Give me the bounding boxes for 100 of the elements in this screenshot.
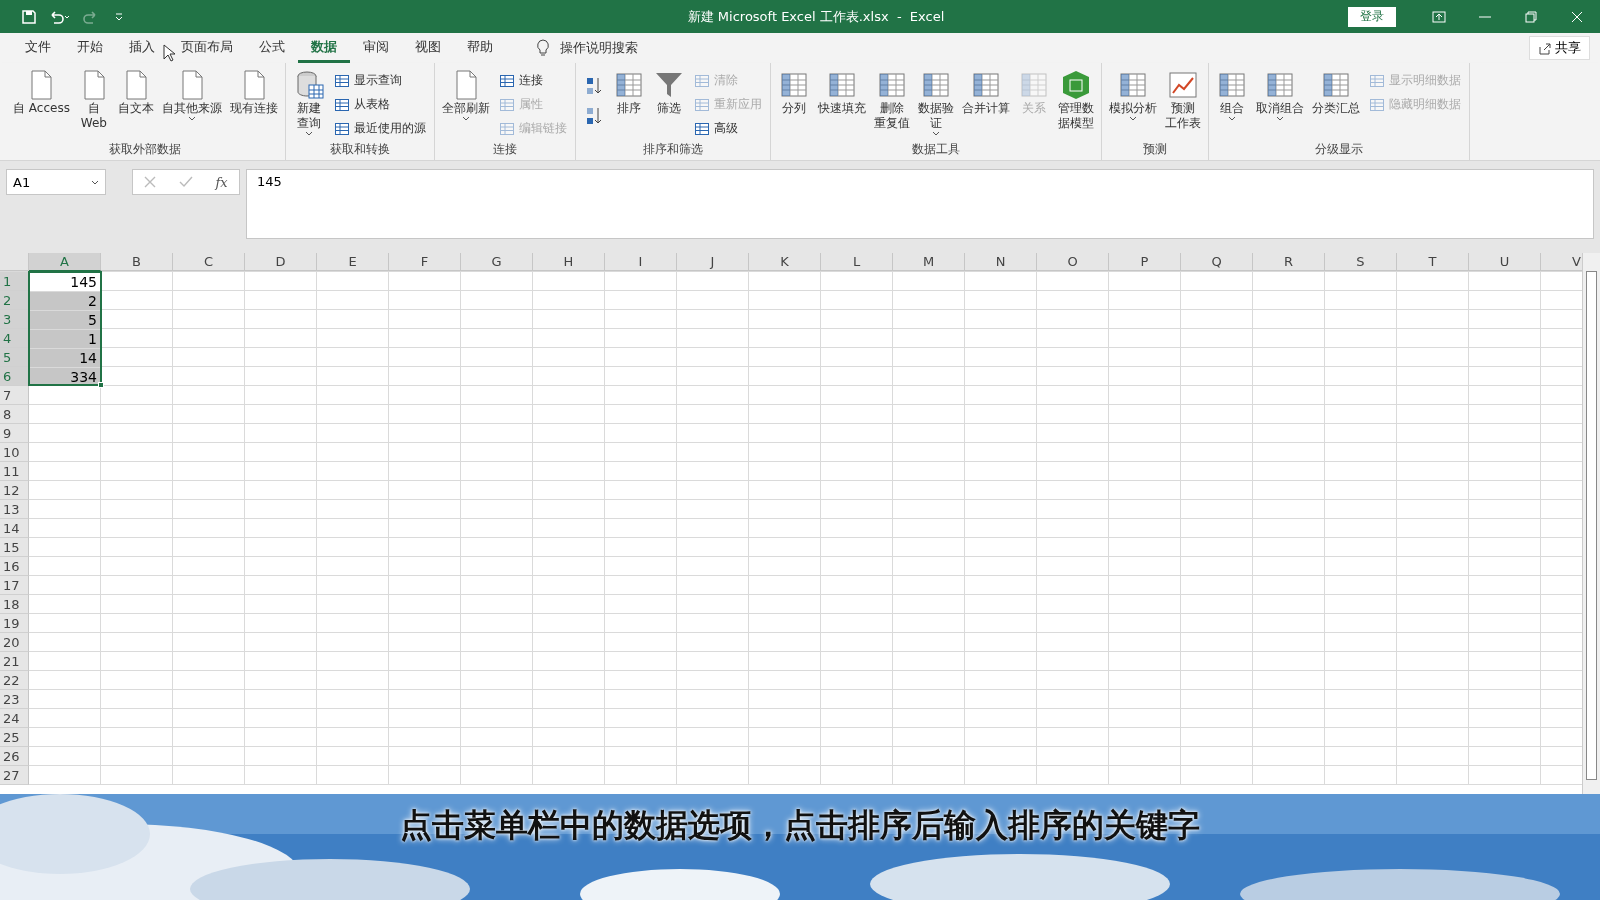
column-header[interactable]: J	[677, 253, 749, 271]
tell-me-search[interactable]: 操作说明搜索	[530, 33, 644, 63]
caret-icon	[461, 116, 470, 121]
ribbon-button[interactable]: 高级	[689, 117, 766, 140]
column-header[interactable]: C	[173, 253, 245, 271]
share-icon	[1538, 41, 1551, 55]
ribbon-tab[interactable]: 文件	[12, 33, 64, 63]
column-header[interactable]: P	[1109, 253, 1181, 271]
caret-icon	[1275, 116, 1284, 121]
row-header[interactable]: 19	[0, 614, 29, 633]
row-header[interactable]: 3	[0, 310, 29, 329]
row-header[interactable]: 10	[0, 443, 29, 462]
row-header[interactable]: 14	[0, 519, 29, 538]
ribbon-button[interactable]: 排序	[609, 67, 648, 140]
ribbon-button[interactable]: 显示查询	[329, 69, 430, 92]
row-header[interactable]: 16	[0, 557, 29, 576]
ribbon-button[interactable]: 取消组合	[1252, 67, 1307, 140]
name-box[interactable]: A1	[6, 169, 106, 195]
row-header[interactable]: 23	[0, 690, 29, 709]
row-header[interactable]: 27	[0, 766, 29, 785]
row-header[interactable]: 1	[0, 272, 29, 291]
ribbon-button[interactable]: 分列	[774, 67, 813, 140]
row-header[interactable]: 17	[0, 576, 29, 595]
column-header[interactable]: F	[389, 253, 461, 271]
insert-function-button[interactable]: fx	[215, 174, 228, 190]
column-header[interactable]: R	[1253, 253, 1325, 271]
ribbon-button[interactable]: 自 Web	[74, 67, 113, 140]
column-header[interactable]: M	[893, 253, 965, 271]
list-icon	[498, 120, 515, 137]
ribbon-button[interactable]: 自 Access	[10, 67, 73, 140]
share-button[interactable]: 共享	[1529, 36, 1590, 60]
row-header[interactable]: 6	[0, 367, 29, 386]
row-header[interactable]: 15	[0, 538, 29, 557]
column-header[interactable]: D	[245, 253, 317, 271]
ribbon-button[interactable]: 快速填充	[814, 67, 869, 140]
column-header[interactable]: O	[1037, 253, 1109, 271]
column-header[interactable]: H	[533, 253, 605, 271]
scrollbar-thumb[interactable]	[1586, 271, 1597, 780]
ribbon-button[interactable]: 全部刷新	[438, 67, 493, 140]
ribbon-tab[interactable]: 公式	[246, 33, 298, 63]
ribbon-button[interactable]: 分类汇总	[1308, 67, 1363, 140]
column-header[interactable]: S	[1325, 253, 1397, 271]
ribbon-button[interactable]: 删除 重复值	[870, 67, 913, 140]
row-header[interactable]: 8	[0, 405, 29, 424]
ribbon-button[interactable]: 连接	[494, 69, 571, 92]
row-header[interactable]: 22	[0, 671, 29, 690]
sign-in-button[interactable]: 登录	[1348, 6, 1396, 27]
row-header[interactable]: 21	[0, 652, 29, 671]
row-header[interactable]: 5	[0, 348, 29, 367]
column-header[interactable]: A	[29, 253, 101, 271]
row-header[interactable]: 11	[0, 462, 29, 481]
ribbon-tab[interactable]: 帮助	[454, 33, 506, 63]
row-header[interactable]: 25	[0, 728, 29, 747]
column-header[interactable]: L	[821, 253, 893, 271]
formula-input[interactable]: 145	[246, 169, 1594, 239]
caret-icon	[1227, 116, 1236, 121]
column-header[interactable]: I	[605, 253, 677, 271]
ribbon-button[interactable]: 管理数 据模型	[1054, 67, 1097, 140]
column-header[interactable]: Q	[1181, 253, 1253, 271]
table-cell: 14	[29, 348, 101, 367]
row-header[interactable]: 12	[0, 481, 29, 500]
row-header[interactable]: 13	[0, 500, 29, 519]
ribbon-tab[interactable]: 视图	[402, 33, 454, 63]
minimize-icon	[1479, 15, 1491, 18]
ribbon-tab[interactable]: 审阅	[350, 33, 402, 63]
row-header[interactable]: 2	[0, 291, 29, 310]
cancel-icon[interactable]	[144, 176, 157, 188]
column-header[interactable]: T	[1397, 253, 1469, 271]
select-all-button[interactable]	[0, 253, 29, 271]
row-header[interactable]: 24	[0, 709, 29, 728]
column-header[interactable]: E	[317, 253, 389, 271]
column-header[interactable]: V	[1541, 253, 1582, 271]
ribbon-button[interactable]: 新建 查询	[289, 67, 328, 140]
column-header[interactable]: G	[461, 253, 533, 271]
ribbon-button[interactable]: 最近使用的源	[329, 117, 430, 140]
row-header[interactable]: 20	[0, 633, 29, 652]
ribbon-button[interactable]: 数据验 证	[914, 67, 957, 140]
check-icon[interactable]	[178, 176, 193, 188]
column-header[interactable]: U	[1469, 253, 1541, 271]
row-header[interactable]: 18	[0, 595, 29, 614]
restore-icon	[1525, 10, 1537, 23]
column-header[interactable]: B	[101, 253, 173, 271]
ribbon-tab[interactable]: 开始	[64, 33, 116, 63]
column-header[interactable]: N	[965, 253, 1037, 271]
ribbon-button[interactable]: 组合	[1212, 67, 1251, 140]
vertical-scrollbar[interactable]	[1582, 253, 1600, 794]
row-header[interactable]: 4	[0, 329, 29, 348]
ribbon-button[interactable]: 现有连接	[226, 67, 281, 140]
ribbon-button[interactable]: 模拟分析	[1105, 67, 1160, 140]
ribbon-button[interactable]: 自文本	[114, 67, 157, 140]
ribbon-button[interactable]: 从表格	[329, 93, 430, 116]
ribbon-button[interactable]: 合并计算	[958, 67, 1013, 140]
fill-handle[interactable]	[98, 382, 104, 388]
ribbon-button[interactable]: 自其他来源	[158, 67, 225, 140]
ribbon-button[interactable]: 预测 工作表	[1161, 67, 1204, 140]
row-header[interactable]: 9	[0, 424, 29, 443]
row-header[interactable]: 26	[0, 747, 29, 766]
row-header[interactable]: 7	[0, 386, 29, 405]
column-header[interactable]: K	[749, 253, 821, 271]
ribbon-button[interactable]: 筛选	[649, 67, 688, 140]
